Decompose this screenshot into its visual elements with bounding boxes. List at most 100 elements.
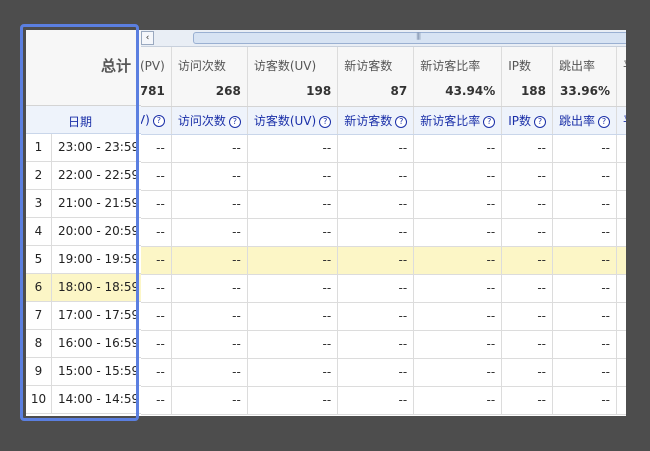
metric-cell: -- [246, 218, 338, 247]
metric-cell: -- [141, 274, 172, 303]
column-header-row: V)?访问次数?访客数(UV)?新访客数?新访客比率?IP数?跳出率?平均 [141, 106, 626, 135]
scrollbar-grip-icon: ||| [416, 32, 421, 40]
metric-cell: -- [246, 162, 338, 191]
column-header-label: 跳出率 [559, 113, 596, 128]
metric-name: 平 [616, 47, 626, 77]
metric-cell: -- [413, 134, 502, 163]
metric-cell: -- [551, 302, 617, 331]
column-header-label: IP数 [508, 113, 531, 128]
column-header[interactable]: 新访客比率? [413, 106, 502, 135]
metric-cell: -- [501, 386, 553, 415]
total-metric-names-row: 量(PV)访问次数访客数(UV)新访客数新访客比率IP数跳出率平 [141, 47, 626, 77]
help-icon[interactable]: ? [228, 115, 241, 128]
metric-cell: -- [337, 358, 414, 387]
metric-cell: -- [413, 358, 502, 387]
metric-cell: -- [170, 358, 248, 387]
help-icon[interactable]: ? [483, 115, 496, 128]
column-header[interactable]: 新访客数? [337, 106, 414, 135]
table-row: -- -- -- -- -- -- -- [141, 358, 626, 387]
metric-cell: -- [501, 246, 553, 275]
table-row: -- -- -- -- -- -- -- [141, 330, 626, 359]
metric-cell: -- [337, 386, 414, 415]
metric-cell: -- [337, 246, 414, 275]
help-icon[interactable]: ? [598, 115, 611, 128]
metric-cell: -- [170, 134, 248, 163]
column-header[interactable]: 访问次数? [170, 106, 248, 135]
table-row: -- -- -- -- -- -- -- [141, 246, 626, 275]
metric-name: 跳出率 [551, 47, 617, 77]
metric-cell: -- [501, 162, 553, 191]
metric-cell: -- [246, 302, 338, 331]
metric-cell: -- [337, 162, 414, 191]
help-icon[interactable]: ? [395, 115, 408, 128]
column-header[interactable]: 平均 [616, 106, 626, 135]
metric-cell: -- [337, 330, 414, 359]
metric-name: 新访客数 [337, 47, 414, 77]
metric-cell: -- [246, 358, 338, 387]
metric-name: IP数 [501, 47, 553, 77]
column-header-label: 平均 [623, 114, 626, 128]
metric-cell: -- [551, 274, 617, 303]
metric-total: 43.94% [413, 77, 502, 107]
metric-cell [616, 246, 626, 275]
help-icon[interactable]: ? [319, 115, 332, 128]
metric-cell [616, 386, 626, 415]
table-row: -- -- -- -- -- -- -- [141, 302, 626, 331]
metric-cell [616, 162, 626, 191]
metric-cell: -- [141, 386, 172, 415]
metric-cell [616, 134, 626, 163]
metric-cell: -- [141, 330, 172, 359]
metric-cell: -- [551, 218, 617, 247]
metric-name: 新访客比率 [413, 47, 502, 77]
metric-cell: -- [413, 274, 502, 303]
horizontal-scrollbar[interactable]: ‹ ||| [141, 30, 626, 47]
column-header-label: 访问次数 [177, 113, 226, 128]
metrics-table: 量(PV)访问次数访客数(UV)新访客数新访客比率IP数跳出率平.7812681… [141, 47, 626, 415]
metric-cell: -- [501, 302, 553, 331]
metric-cell: -- [413, 162, 502, 191]
help-icon[interactable]: ? [534, 115, 546, 128]
metric-cell: -- [337, 218, 414, 247]
metric-cell: -- [413, 330, 502, 359]
metric-cell: -- [246, 134, 338, 163]
metric-cell: -- [501, 218, 553, 247]
column-header[interactable]: IP数? [501, 106, 553, 135]
metric-cell: -- [141, 190, 172, 219]
scrollable-metrics-area: ‹ ||| 量(PV)访问次数访客数(UV)新访客数新访客比率IP数跳出率平.7… [141, 30, 626, 416]
metric-total: 268 [170, 77, 248, 107]
table-row: -- -- -- -- -- -- -- [141, 162, 626, 191]
metric-cell: -- [551, 330, 617, 359]
metric-cell: -- [170, 330, 248, 359]
metric-total: .781 [141, 77, 172, 107]
scroll-left-arrow-icon[interactable]: ‹ [141, 31, 154, 45]
total-metric-values-row: .7812681988743.94%18833.96% [141, 77, 626, 107]
metric-cell: -- [551, 190, 617, 219]
metric-cell: -- [170, 246, 248, 275]
column-header-label: V) [141, 113, 150, 127]
metric-total [616, 77, 626, 107]
metric-cell: -- [337, 274, 414, 303]
column-header[interactable]: 访客数(UV)? [246, 106, 338, 135]
metric-cell: -- [246, 246, 338, 275]
scrollbar-thumb[interactable] [193, 32, 626, 44]
column-header-label: 新访客数 [344, 113, 393, 128]
column-header[interactable]: 跳出率? [551, 106, 617, 135]
metric-cell: -- [413, 246, 502, 275]
metric-cell: -- [246, 330, 338, 359]
metric-cell: -- [170, 190, 248, 219]
metric-cell [616, 190, 626, 219]
metric-name: 访客数(UV) [246, 47, 338, 77]
metric-total: 198 [246, 77, 338, 107]
table-row: -- -- -- -- -- -- -- [141, 190, 626, 219]
metric-cell: -- [170, 274, 248, 303]
metric-cell: -- [141, 302, 172, 331]
metric-cell: -- [551, 358, 617, 387]
metric-cell: -- [170, 218, 248, 247]
table-row: -- -- -- -- -- -- -- [141, 134, 626, 163]
metric-cell: -- [551, 134, 617, 163]
help-icon[interactable]: ? [152, 115, 165, 127]
column-header[interactable]: V)? [141, 106, 172, 135]
metric-cell: -- [501, 134, 553, 163]
metric-cell: -- [170, 386, 248, 415]
metric-cell: -- [141, 218, 172, 247]
